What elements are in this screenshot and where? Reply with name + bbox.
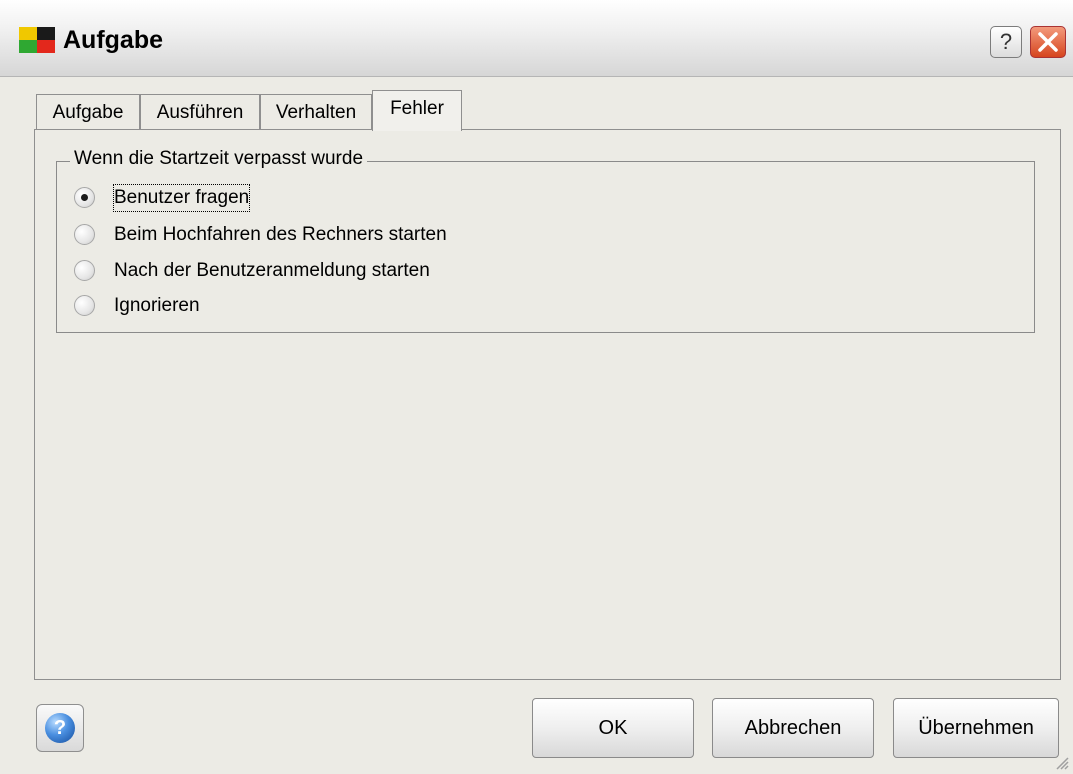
app-icon (19, 27, 55, 53)
close-button[interactable] (1030, 26, 1066, 58)
title-bar[interactable]: Aufgabe ? (0, 0, 1073, 77)
window-title: Aufgabe (63, 26, 163, 54)
radio-label[interactable]: Ignorieren (114, 293, 200, 319)
help-button[interactable]: ? (36, 704, 84, 752)
question-icon: ? (999, 29, 1013, 54)
close-icon (1038, 32, 1058, 52)
radio-button[interactable] (74, 187, 95, 208)
radio-button[interactable] (74, 295, 95, 316)
radio-label[interactable]: Benutzer fragen (112, 184, 251, 212)
radio-label[interactable]: Nach der Benutzeranmeldung starten (114, 258, 430, 284)
radio-selected-dot (81, 194, 88, 201)
help-icon: ? (45, 713, 75, 743)
apply-button[interactable]: Übernehmen (893, 698, 1059, 758)
cancel-button[interactable]: Abbrechen (712, 698, 874, 758)
radio-button[interactable] (74, 260, 95, 281)
tab-verhalten[interactable]: Verhalten (260, 94, 372, 130)
groupbox-title: Wenn die Startzeit verpasst wurde (70, 148, 368, 170)
title-help-button[interactable]: ? (990, 26, 1022, 58)
ok-button[interactable]: OK (532, 698, 694, 758)
resize-grip-icon[interactable] (1055, 756, 1069, 770)
tab-ausfuehren[interactable]: Ausführen (140, 94, 260, 130)
tab-fehler[interactable]: Fehler (372, 90, 462, 131)
dialog-window: Aufgabe ? Aufgabe Ausführen Verhalten Fe… (0, 0, 1073, 774)
radio-label[interactable]: Beim Hochfahren des Rechners starten (114, 222, 447, 248)
tab-aufgabe[interactable]: Aufgabe (36, 94, 140, 130)
radio-button[interactable] (74, 224, 95, 245)
